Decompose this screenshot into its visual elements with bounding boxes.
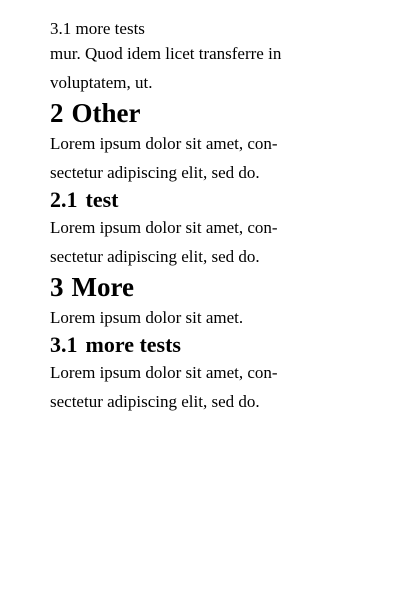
paragraph-line-2: sectetur adipiscing elit, sed do. (50, 163, 260, 182)
paragraph-line-1: Lorem ipsum dolor sit amet, con- (50, 134, 278, 153)
subsection-title: test (85, 187, 119, 212)
continuation-line-1: mur. Quod idem licet transferre in (50, 44, 282, 63)
section-title: Other (71, 98, 141, 128)
subsection-number: 2.1 (50, 187, 78, 212)
section-heading-more: 3 More (50, 271, 370, 303)
paragraph-line-1: Lorem ipsum dolor sit amet, con- (50, 218, 278, 237)
subsection-paragraph-more-tests: Lorem ipsum dolor sit amet, con- sectetu… (50, 358, 370, 416)
subsection-heading-more-tests: 3.1 more tests (50, 332, 370, 358)
subsection-number: 3.1 (50, 332, 78, 357)
subsection-title: more tests (85, 332, 182, 357)
section-paragraph-other: Lorem ipsum dolor sit amet, con- sectetu… (50, 129, 370, 187)
subsection-paragraph-test: Lorem ipsum dolor sit amet, con- sectetu… (50, 213, 370, 271)
section-number: 2 (50, 98, 64, 128)
section-number: 3 (50, 272, 64, 302)
paragraph-line-2: sectetur adipiscing elit, sed do. (50, 247, 260, 266)
section-title: More (71, 272, 134, 302)
paragraph-line-2: sectetur adipiscing elit, sed do. (50, 392, 260, 411)
continuation-line-2: voluptatem, ut. (50, 73, 153, 92)
paragraph-line-1: Lorem ipsum dolor sit amet. (50, 308, 244, 327)
section-heading-other: 2 Other (50, 97, 370, 129)
section-paragraph-more: Lorem ipsum dolor sit amet. (50, 303, 370, 332)
continuation-paragraph: mur. Quod idem licet transferre in volup… (50, 39, 370, 97)
subsection-heading-test: 2.1 test (50, 187, 370, 213)
document-page: 3.1 more tests mur. Quod idem licet tran… (50, 0, 370, 416)
running-header: 3.1 more tests (50, 19, 145, 38)
paragraph-line-1: Lorem ipsum dolor sit amet, con- (50, 363, 278, 382)
